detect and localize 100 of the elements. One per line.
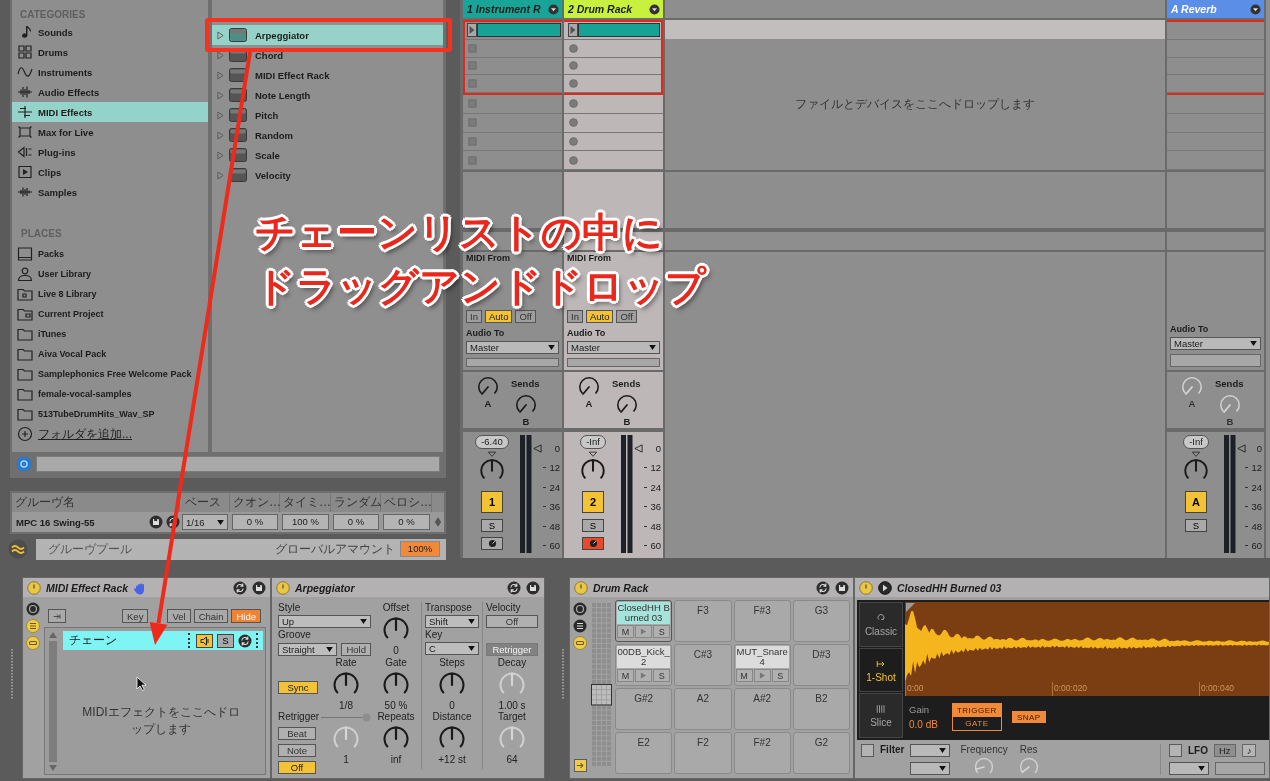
track-header[interactable]: A Reverb [1167, 0, 1264, 18]
drum-pad[interactable]: A#2 [733, 688, 791, 730]
gain-value[interactable]: 0.0 dB [909, 719, 938, 730]
volume-marker-icon[interactable] [1237, 444, 1246, 453]
filter-slope-dropdown[interactable] [910, 762, 951, 775]
timing-field[interactable]: 100 % [282, 514, 329, 530]
show-chains-button[interactable] [48, 609, 66, 623]
minus-circle-icon[interactable] [26, 636, 40, 650]
dropdown-icon[interactable] [1250, 3, 1261, 15]
groove-name[interactable]: MPC 16 Swing-55 [16, 516, 146, 528]
category-item[interactable]: MIDI Effects [12, 102, 208, 122]
grip-icon[interactable] [561, 649, 565, 699]
output-channel-field[interactable] [567, 358, 660, 367]
diamond-icon[interactable] [434, 516, 442, 528]
mute-button[interactable]: M [617, 625, 635, 638]
save-icon[interactable] [252, 580, 266, 595]
refresh-icon[interactable] [507, 580, 521, 595]
output-dropdown[interactable]: Master [567, 341, 660, 354]
browser-item[interactable]: Chord [212, 45, 443, 65]
search-field[interactable] [36, 456, 440, 472]
retrigger-mode-button[interactable]: Note [278, 744, 316, 757]
drum-pad[interactable]: D#3 [792, 644, 850, 686]
place-item[interactable]: Packs [12, 244, 208, 264]
power-icon[interactable] [859, 580, 873, 595]
drum-pad[interactable]: C#3 [674, 644, 732, 686]
place-item[interactable]: Aiva Vocal Pack [12, 344, 208, 364]
minus-circle-icon[interactable] [573, 636, 587, 650]
add-folder-link[interactable]: フォルダを追加... [38, 425, 132, 443]
filter-type-dropdown[interactable] [910, 744, 951, 757]
drum-pad[interactable]: 00DB_Kick_2 M S [615, 644, 673, 686]
volume-field[interactable]: -Inf [1183, 435, 1209, 449]
trigger-mode-button[interactable]: TRIGGER [952, 704, 1001, 717]
mute-button[interactable]: M [735, 669, 753, 682]
dropdown-icon[interactable] [649, 3, 660, 15]
output-dropdown[interactable]: Master [1170, 337, 1261, 350]
solo-button[interactable]: S [217, 633, 234, 648]
clip-slot[interactable] [465, 22, 562, 40]
list-icon[interactable] [573, 619, 587, 633]
filter-checkbox[interactable] [861, 744, 874, 757]
category-item[interactable]: Plug-ins [12, 142, 208, 162]
drum-pad[interactable]: G2 [792, 732, 850, 774]
category-item[interactable]: Max for Live [12, 122, 208, 142]
solo-button[interactable]: S [582, 519, 604, 532]
refresh-icon[interactable] [816, 580, 830, 595]
monitor-button[interactable]: In [567, 310, 583, 323]
mode-tab[interactable]: Classic [859, 602, 903, 647]
view-toggle[interactable]: Key [122, 609, 149, 623]
browser-item[interactable]: Velocity [212, 165, 443, 185]
lfo-unit-button[interactable]: Hz [1214, 744, 1236, 757]
volume-marker-icon[interactable] [533, 444, 542, 453]
track-activator-button[interactable]: 1 [481, 491, 503, 513]
monitor-button[interactable]: Off [515, 310, 536, 323]
browser-item[interactable]: Random [212, 125, 443, 145]
solo-button[interactable]: S [1185, 519, 1207, 532]
drum-pad[interactable]: A2 [674, 688, 732, 730]
play-button[interactable] [635, 669, 653, 682]
dropdown-icon[interactable] [548, 3, 559, 15]
transpose-dropdown[interactable]: Shift [425, 615, 479, 628]
scroll-bar[interactable] [47, 631, 59, 772]
place-item[interactable]: Samplephonics Free Welcome Pack [12, 364, 208, 384]
ring-icon[interactable] [26, 602, 40, 616]
place-item[interactable]: Live 8 Library [12, 284, 208, 304]
refresh-icon[interactable] [238, 633, 252, 648]
category-item[interactable]: Sounds [12, 22, 208, 42]
save-icon[interactable] [149, 515, 163, 529]
arm-button[interactable] [481, 537, 503, 550]
hold-button[interactable]: Hold [341, 643, 371, 656]
sample-display[interactable]: 0:00 0:00:020 0:00:040 [905, 602, 1269, 696]
monitor-button[interactable]: Auto [484, 310, 513, 323]
track-activator-button[interactable]: 2 [582, 491, 604, 513]
power-icon[interactable] [276, 580, 290, 595]
output-channel-field[interactable] [466, 358, 559, 367]
refresh-icon[interactable] [166, 515, 180, 529]
browser-item[interactable]: Pitch [212, 105, 443, 125]
category-item[interactable]: Audio Effects [12, 82, 208, 102]
random-field[interactable]: 0 % [333, 514, 379, 530]
clip[interactable] [477, 23, 561, 38]
view-toggle[interactable]: Chain [193, 609, 229, 623]
browser-item[interactable]: Scale [212, 145, 443, 165]
clip[interactable] [578, 23, 660, 38]
track-header[interactable]: 2 Drum Rack [564, 0, 663, 18]
retrigger-mode-button[interactable]: Off [278, 761, 316, 774]
drum-pad[interactable]: ClosedHH Burned 03 M S [615, 600, 673, 642]
power-icon[interactable] [27, 580, 41, 595]
save-icon[interactable] [526, 580, 540, 595]
refresh-icon[interactable] [233, 580, 247, 595]
lfo-unit-button[interactable]: ♪ [1241, 744, 1257, 757]
play-icon[interactable] [878, 580, 892, 595]
lfo-checkbox[interactable] [1169, 744, 1182, 757]
solo-button[interactable]: S [653, 669, 671, 682]
volume-field[interactable]: -Inf [580, 435, 606, 449]
output-dropdown[interactable]: Master [466, 341, 559, 354]
arrow-icon[interactable] [573, 759, 587, 772]
drum-pad[interactable]: MUT_Snare4 M S [733, 644, 791, 686]
drum-pad[interactable]: E2 [615, 732, 673, 774]
drum-pad[interactable]: G3 [792, 600, 850, 642]
browser-item[interactable]: Arpeggiator [212, 25, 443, 45]
place-item[interactable]: female-vocal-samples [12, 384, 208, 404]
track-header[interactable]: 1 Instrument R [463, 0, 562, 18]
volume-marker-icon[interactable] [634, 444, 643, 453]
